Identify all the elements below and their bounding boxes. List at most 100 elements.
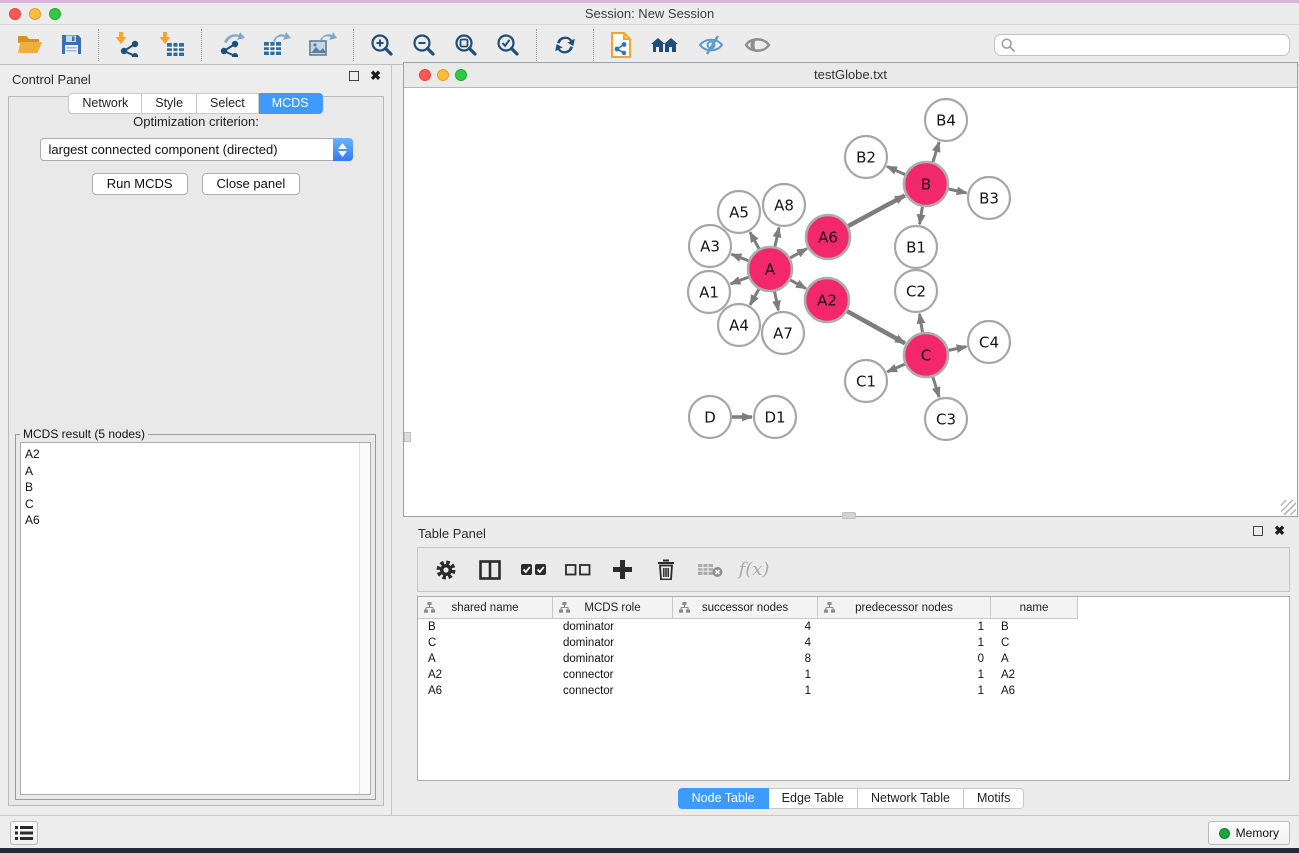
export-image-icon[interactable] xyxy=(300,28,346,62)
search-input[interactable] xyxy=(1019,38,1283,52)
import-table-icon[interactable] xyxy=(150,28,194,62)
graph-node-A6[interactable]: A6 xyxy=(806,215,850,259)
splitter-handle[interactable] xyxy=(842,512,856,519)
graph-node-A3[interactable]: A3 xyxy=(689,225,731,267)
column-header-successor-nodes[interactable]: successor nodes xyxy=(673,597,818,619)
task-history-button[interactable] xyxy=(10,821,38,845)
tab-style[interactable]: Style xyxy=(142,93,197,114)
graph-edge-A-A8[interactable] xyxy=(775,227,779,246)
graph-edge-A6-B[interactable] xyxy=(848,195,905,226)
graph-node-B2[interactable]: B2 xyxy=(845,136,887,178)
network-close-button[interactable] xyxy=(419,69,431,81)
graph-node-D[interactable]: D xyxy=(689,396,731,438)
network-canvas[interactable]: B4B2BB3A8A5A6A3B1AA1C2A2A4A7C4CC1C3DD1 xyxy=(404,88,1297,516)
graph-edge-A-A2[interactable] xyxy=(790,280,806,289)
tab-network[interactable]: Network xyxy=(68,93,142,114)
zoom-selected-icon[interactable] xyxy=(487,28,529,62)
graph-node-B4[interactable]: B4 xyxy=(925,99,967,141)
hide-eye-icon[interactable] xyxy=(689,28,735,62)
float-table-panel-icon[interactable] xyxy=(1253,526,1263,536)
gear-icon[interactable] xyxy=(428,552,464,588)
graph-node-A8[interactable]: A8 xyxy=(763,184,805,226)
node-table[interactable]: shared nameMCDS rolesuccessor nodesprede… xyxy=(417,596,1290,781)
graph-node-C1[interactable]: C1 xyxy=(845,360,887,402)
graph-node-D1[interactable]: D1 xyxy=(754,396,796,438)
mcds-result-item[interactable]: A6 xyxy=(25,512,370,529)
add-column-icon[interactable] xyxy=(604,552,640,588)
network-minimize-button[interactable] xyxy=(437,69,449,81)
export-network-icon[interactable] xyxy=(209,28,254,62)
graph-node-C3[interactable]: C3 xyxy=(925,398,967,440)
zoom-fit-content-icon[interactable] xyxy=(445,28,487,62)
graph-node-C2[interactable]: C2 xyxy=(895,270,937,312)
table-row[interactable]: Adominator80A xyxy=(418,651,1289,667)
graph-edge-B-B2[interactable] xyxy=(887,166,905,174)
zoom-window-button[interactable] xyxy=(49,8,61,20)
tab-select[interactable]: Select xyxy=(197,93,259,114)
panel-resize-handle[interactable] xyxy=(404,432,411,442)
split-columns-icon[interactable] xyxy=(472,552,508,588)
table-row[interactable]: Bdominator41B xyxy=(418,619,1289,635)
graph-node-A4[interactable]: A4 xyxy=(718,304,760,346)
mcds-result-item[interactable]: C xyxy=(25,496,370,513)
column-header-MCDS-role[interactable]: MCDS role xyxy=(553,597,673,619)
column-header-predecessor-nodes[interactable]: predecessor nodes xyxy=(818,597,991,619)
zoom-out-icon[interactable] xyxy=(403,28,445,62)
mcds-result-list[interactable]: A2ABCA6 xyxy=(20,442,371,795)
mcds-result-item[interactable]: A xyxy=(25,463,370,480)
minimize-window-button[interactable] xyxy=(29,8,41,20)
graph-node-A2[interactable]: A2 xyxy=(805,278,849,322)
tab-node-table[interactable]: Node Table xyxy=(678,788,769,809)
graph-edge-A-A1[interactable] xyxy=(731,277,749,284)
graph-node-B1[interactable]: B1 xyxy=(895,226,937,268)
show-eye-icon[interactable] xyxy=(735,28,781,62)
close-panel-icon[interactable]: ✖ xyxy=(370,71,381,81)
tab-edge-table[interactable]: Edge Table xyxy=(769,788,858,809)
graph-edge-A-A5[interactable] xyxy=(750,232,759,249)
column-header-shared-name[interactable]: shared name xyxy=(418,597,553,619)
table-row[interactable]: A6connector11A6 xyxy=(418,683,1289,699)
graph-edge-B-B4[interactable] xyxy=(933,142,939,162)
close-table-panel-icon[interactable]: ✖ xyxy=(1274,526,1285,536)
network-zoom-button[interactable] xyxy=(455,69,467,81)
graph-node-B3[interactable]: B3 xyxy=(968,177,1010,219)
graph-edge-C-C1[interactable] xyxy=(887,364,905,372)
apply-layout-icon[interactable] xyxy=(544,28,586,62)
optimization-criterion-select[interactable]: largest connected component (directed) xyxy=(40,138,353,161)
graph-node-A5[interactable]: A5 xyxy=(718,191,760,233)
graph-edge-C-C3[interactable] xyxy=(933,377,939,397)
graph-node-A7[interactable]: A7 xyxy=(762,312,804,354)
close-panel-button[interactable]: Close panel xyxy=(202,173,301,195)
import-network-icon[interactable] xyxy=(106,28,150,62)
graph-edge-A-A3[interactable] xyxy=(731,254,748,261)
graph-edge-A-A7[interactable] xyxy=(775,292,779,311)
zoom-in-icon[interactable] xyxy=(361,28,403,62)
memory-button[interactable]: Memory xyxy=(1208,821,1290,845)
graph-edge-A-A6[interactable] xyxy=(790,249,807,258)
graph-node-B[interactable]: B xyxy=(904,162,948,206)
open-session-icon[interactable] xyxy=(8,28,52,62)
graph-edge-C-C4[interactable] xyxy=(949,347,967,351)
export-table-icon[interactable] xyxy=(254,28,300,62)
run-mcds-button[interactable]: Run MCDS xyxy=(92,173,188,195)
column-header-name[interactable]: name xyxy=(991,597,1078,619)
mcds-result-item[interactable]: B xyxy=(25,479,370,496)
network-from-selection-icon[interactable] xyxy=(601,28,641,62)
delete-icon[interactable] xyxy=(648,552,684,588)
mcds-result-item[interactable]: A2 xyxy=(25,446,370,463)
tab-motifs[interactable]: Motifs xyxy=(964,788,1024,809)
graph-node-C[interactable]: C xyxy=(904,333,948,377)
graph-node-A[interactable]: A xyxy=(748,247,792,291)
graph-edge-A-A4[interactable] xyxy=(750,289,759,305)
graph-node-A1[interactable]: A1 xyxy=(688,271,730,313)
graph-edge-C-C2[interactable] xyxy=(920,314,923,333)
tab-mcds[interactable]: MCDS xyxy=(259,93,323,114)
save-session-icon[interactable] xyxy=(52,28,91,62)
graph-edge-B-B3[interactable] xyxy=(948,189,966,193)
graph-edge-A2-C[interactable] xyxy=(847,311,905,343)
select-all-checkbox-icon[interactable] xyxy=(516,552,552,588)
table-row[interactable]: A2connector11A2 xyxy=(418,667,1289,683)
deselect-all-checkbox-icon[interactable] xyxy=(560,552,596,588)
table-row[interactable]: Cdominator41C xyxy=(418,635,1289,651)
list-scrollbar[interactable] xyxy=(359,443,370,794)
